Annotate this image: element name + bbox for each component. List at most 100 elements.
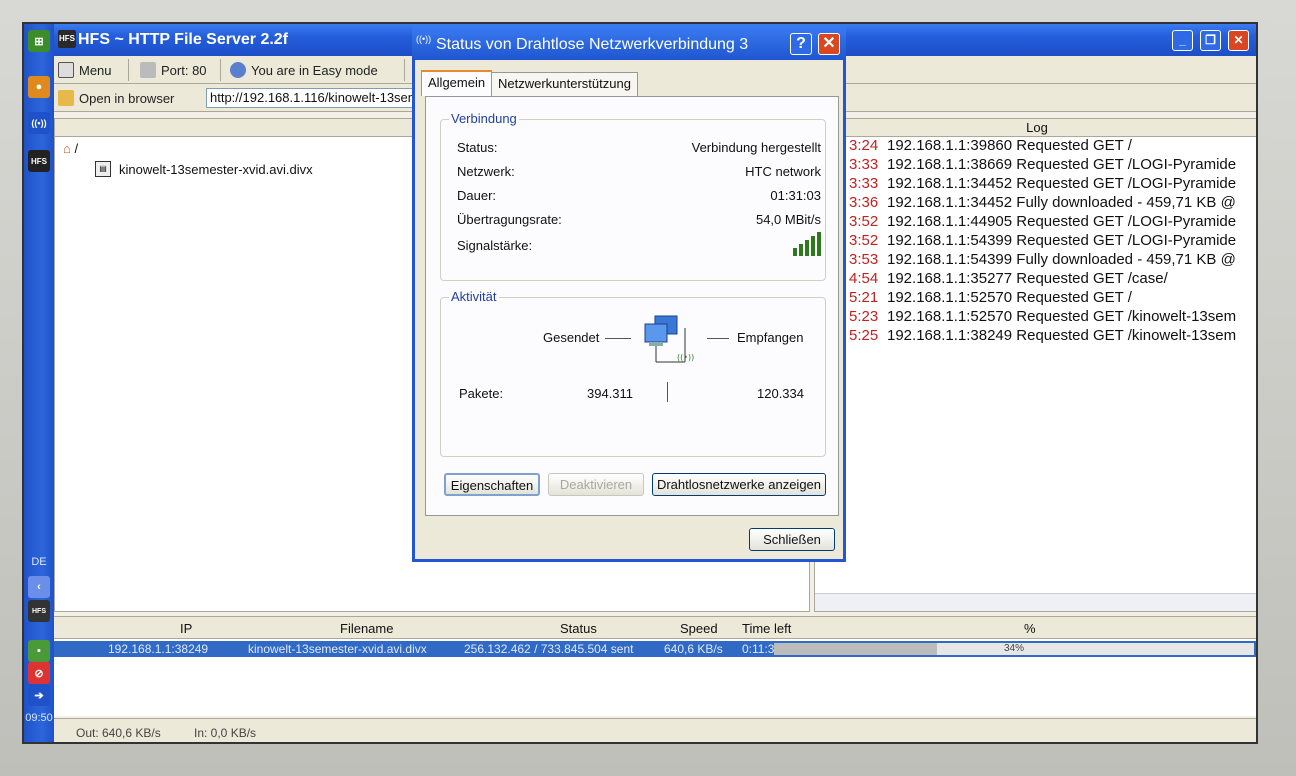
log-message: 192.168.1.1:34452 Requested GET /LOGI-Py… [887,175,1237,192]
minimize-button[interactable]: _ [1172,30,1193,51]
log-line: 3:33 192.168.1.1:38669 Requested GET /LOG… [815,156,1256,175]
signal-strength-icon [793,232,821,256]
packets-divider [667,382,668,402]
port-icon [140,62,156,78]
log-time: 5:25 [849,327,879,344]
log-time: 3:52 [849,213,879,230]
log-line: 3:33 192.168.1.1:34452 Requested GET /LOG… [815,175,1256,194]
separator [404,59,405,81]
mode-button[interactable]: You are in Easy mode [230,59,378,81]
packets-label: Pakete: [459,386,504,401]
log-line: 3:52 192.168.1.1:54399 Requested GET /LOG… [815,232,1256,251]
properties-button[interactable]: Eigenschaften [444,473,540,496]
tree-root[interactable]: ⌂ / [63,141,78,156]
open-in-browser-label: Open in browser [79,90,175,106]
hfs-tray-icon[interactable]: HFS [28,600,50,622]
log-message: 192.168.1.1:54399 Fully downloaded - 459… [887,251,1236,268]
dialog-title: Status von Drahtlose Netzwerkverbindung … [436,36,749,53]
log-horizontal-scrollbar[interactable] [815,593,1256,611]
tray-network-icon[interactable]: ▪ [28,640,50,662]
start-button[interactable]: ⊞ [28,30,50,52]
hfs-logo-icon: HFS [58,30,76,48]
transfer-header: IP Filename Status Speed Time left % [54,617,1256,639]
progress-bar: 34% [774,643,1254,655]
sent-label: Gesendet [543,330,600,345]
log-message: 192.168.1.1:54399 Requested GET /LOGI-Py… [887,232,1237,249]
tab-network-support[interactable]: Netzwerkunterstützung [491,72,638,96]
field-label: Übertragungsrate: [457,212,562,227]
port-button[interactable]: Port: 80 [140,59,207,81]
col-ip[interactable]: IP [180,621,192,636]
vertical-taskbar: ⊞ ● ((•)) HFS DE ‹ HFS ▪ ⊘ ➔ 09:50 [24,24,54,742]
log-message: 192.168.1.1:34452 Fully downloaded - 459… [887,194,1236,211]
log-message: 192.168.1.1:44905 Requested GET /LOGI-Py… [887,213,1237,230]
separator [220,59,221,81]
received-line [707,338,729,339]
col-speed[interactable]: Speed [680,621,718,636]
wireless-icon[interactable]: ((•)) [28,112,50,134]
folder-icon [58,90,74,106]
transfer-row[interactable]: 192.168.1.1:38249 kinowelt-13semester-xv… [54,641,1256,657]
maximize-button[interactable]: ❐ [1200,30,1221,51]
hfs-taskbar-icon[interactable]: HFS [28,150,50,172]
log-message: 192.168.1.1:52570 Requested GET / [887,289,1132,306]
log-time: 5:23 [849,308,879,325]
tab-general[interactable]: Allgemein [421,70,493,96]
tab-panel: Verbindung Status: Verbindung hergestellt… [425,96,839,516]
tray-arrow-icon[interactable]: ➔ [28,684,50,706]
transfer-list: IP Filename Status Speed Time left % 192… [54,616,1256,716]
log-time: 3:33 [849,175,879,192]
help-button[interactable]: ? [790,33,812,55]
col-status[interactable]: Status [560,621,597,636]
log-time: 3:52 [849,232,879,249]
log-message: 192.168.1.1:52570 Requested GET /kinowel… [887,308,1237,325]
tree-file-label: kinowelt-13semester-xvid.avi.divx [119,161,313,177]
menu-button[interactable]: Menu [58,59,112,81]
close-dialog-button[interactable]: Schließen [749,528,835,551]
tree-root-label: / [74,141,79,156]
signal-bar [817,232,821,256]
tree-file-item[interactable]: ▤ kinowelt-13semester-xvid.avi.divx [95,161,313,177]
screen: ⊞ ● ((•)) HFS DE ‹ HFS ▪ ⊘ ➔ 09:50 HFS H… [22,22,1258,744]
row-speed: 640,6 KB/s [664,642,723,656]
field-label: Signalstärke: [457,238,533,253]
log-time: 5:21 [849,289,879,306]
tray-block-icon[interactable]: ⊘ [28,662,50,684]
show-networks-button[interactable]: Drahtlosnetzwerke anzeigen [652,473,826,496]
col-filename[interactable]: Filename [340,621,393,636]
activity-group: Aktivität Gesendet ((•)) Empfangen Paket… [440,289,826,457]
row-filename: kinowelt-13semester-xvid.avi.divx [248,642,427,656]
col-percent[interactable]: % [1024,621,1036,636]
dialog-titlebar[interactable]: ((•)) Status von Drahtlose Netzwerkverbi… [412,26,846,60]
packets-sent: 394.311 [587,386,634,401]
svg-text:((•)): ((•)) [677,353,694,362]
dialog-close-button[interactable]: ✕ [818,33,840,55]
log-time: 3:53 [849,251,879,268]
log-line: 3:24 192.168.1.1:39860 Requested GET / [815,137,1256,156]
log-time: 3:33 [849,156,879,173]
connection-status-dialog: ((•)) Status von Drahtlose Netzwerkverbi… [412,26,846,562]
row-ip: 192.168.1.1:38249 [108,642,209,656]
open-in-browser-button[interactable]: Open in browser [58,87,174,109]
signal-bar [811,236,815,256]
log-pane[interactable]: Log 3:24 192.168.1.1:39860 Requested GET … [814,118,1256,612]
log-line: 5:21 192.168.1.1:52570 Requested GET / [815,289,1256,308]
url-field[interactable]: http://192.168.1.116/kinowelt-13sem [206,88,436,108]
col-time-left[interactable]: Time left [742,621,791,636]
log-line: 4:54 192.168.1.1:35277 Requested GET /cas… [815,270,1256,289]
mode-label: You are in Easy mode [251,62,378,78]
back-arrow-icon[interactable]: ‹ [28,576,50,598]
out-speed: Out: 640,6 KB/s [76,726,161,740]
log-message: 192.168.1.1:38669 Requested GET /LOGI-Py… [887,156,1237,173]
close-button[interactable]: ✕ [1228,30,1249,51]
log-line: 3:52 192.168.1.1:44905 Requested GET /LOG… [815,213,1256,232]
port-label: Port: 80 [161,62,207,78]
disable-button[interactable]: Deaktivieren [548,473,644,496]
log-message: 192.168.1.1:39860 Requested GET / [887,137,1132,154]
log-time: 3:24 [849,137,879,154]
field-label: Status: [457,140,498,155]
firefox-icon[interactable]: ● [28,76,50,98]
log-message: 192.168.1.1:35277 Requested GET /case/ [887,270,1168,287]
language-indicator[interactable]: DE [24,556,54,568]
in-speed: In: 0,0 KB/s [194,726,257,740]
